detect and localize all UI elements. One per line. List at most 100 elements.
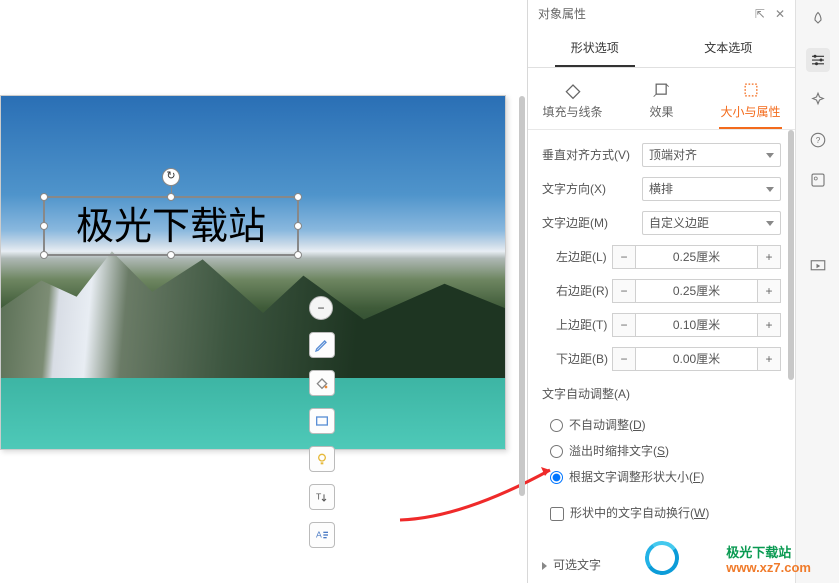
resize-handle-mr[interactable] [294, 222, 302, 230]
resize-handle-bc[interactable] [167, 251, 175, 259]
panel-scrollbar-track[interactable] [787, 10, 795, 573]
wrap-checkbox-row[interactable]: 形状中的文字自动换行(W) [542, 501, 781, 527]
autofit-shrink-radio[interactable]: 溢出时缩排文字(S) [542, 439, 781, 465]
resize-handle-bl[interactable] [40, 251, 48, 259]
autofit-resize-radio[interactable]: 根据文字调整形状大小(F) [542, 465, 781, 491]
floating-toolbar: − T A [309, 296, 337, 560]
resize-handle-tr[interactable] [294, 193, 302, 201]
rail-present-button[interactable] [806, 254, 830, 278]
autofit-shrink-input[interactable] [550, 445, 563, 458]
resize-handle-br[interactable] [294, 251, 302, 259]
text-insert-button[interactable]: T [309, 484, 335, 510]
pen-tool-button[interactable] [309, 332, 335, 358]
collapse-button[interactable]: − [309, 296, 333, 320]
resize-handle-tc[interactable] [167, 193, 175, 201]
direction-value: 横排 [649, 181, 673, 198]
autofit-none-radio[interactable]: 不自动调整(D) [542, 413, 781, 439]
bottom-margin-value[interactable]: 0.00厘米 [636, 347, 757, 371]
svg-text:A: A [316, 530, 322, 540]
rocket-icon [809, 11, 827, 29]
textbox-selection[interactable]: ↻ 极光下载站 [43, 196, 299, 256]
textbox-content[interactable]: 极光下载站 [45, 198, 297, 256]
panel-scrollbar-thumb[interactable] [788, 130, 794, 380]
tab-shape-options[interactable]: 形状选项 [528, 30, 662, 67]
presentation-icon [809, 257, 827, 275]
autofit-resize-input[interactable] [550, 471, 563, 484]
caret-down-icon [766, 187, 774, 192]
right-margin-value[interactable]: 0.25厘米 [636, 279, 757, 303]
left-minus-button[interactable]: − [612, 245, 636, 269]
margin-select[interactable]: 自定义边距 [642, 211, 781, 235]
panel-tabs: 形状选项 文本选项 [528, 30, 795, 68]
valign-select[interactable]: 顶端对齐 [642, 143, 781, 167]
pen-icon [314, 337, 330, 353]
canvas-image[interactable]: ↻ 极光下载站 − T A [0, 95, 506, 450]
resize-handle-tl[interactable] [40, 193, 48, 201]
subtab-effect-label: 效果 [649, 104, 673, 121]
alt-text-label: 可选文字 [553, 557, 601, 574]
bottom-minus-button[interactable]: − [612, 347, 636, 371]
top-margin-value[interactable]: 0.10厘米 [636, 313, 757, 337]
right-plus-button[interactable]: + [757, 279, 781, 303]
rail-star-button[interactable] [806, 88, 830, 112]
sub-tabs: 填充与线条 效果 大小与属性 [528, 68, 795, 130]
tab-text-options[interactable]: 文本选项 [662, 30, 796, 67]
subtab-effect[interactable]: 效果 [617, 80, 706, 129]
panel-header: 对象属性 ⇱ ✕ [528, 0, 795, 30]
photo-lake [1, 378, 505, 449]
side-rail: ? [795, 0, 839, 583]
subtab-fill-line[interactable]: 填充与线条 [528, 80, 617, 129]
top-plus-button[interactable]: + [757, 313, 781, 337]
valign-label: 垂直对齐方式(V) [542, 147, 642, 164]
autofit-title: 文字自动调整(A) [542, 386, 781, 403]
tab-text-label: 文本选项 [704, 40, 752, 57]
caret-down-icon [766, 153, 774, 158]
effects-tool-button[interactable] [309, 446, 335, 472]
subtab-size-props[interactable]: 大小与属性 [706, 80, 795, 129]
template-icon [809, 171, 827, 189]
pin-button[interactable]: ⇱ [755, 6, 765, 23]
bottom-margin-label: 下边距(B) [542, 351, 612, 368]
main-scrollbar-thumb[interactable] [519, 96, 525, 496]
caret-down-icon [766, 221, 774, 226]
bottom-plus-button[interactable]: + [757, 347, 781, 371]
subtab-size-label: 大小与属性 [720, 104, 780, 121]
wrap-checkbox[interactable] [550, 507, 564, 521]
watermark-url: www.xz7.com [726, 559, 811, 577]
rail-help-button[interactable]: ? [806, 128, 830, 152]
lightbulb-icon [314, 451, 330, 467]
rectangle-icon [314, 413, 330, 429]
close-panel-button[interactable]: ✕ [775, 6, 785, 23]
panel-body: 垂直对齐方式(V) 顶端对齐 文字方向(X) 横排 文字边距(M) 自定义边距 … [528, 130, 795, 583]
bucket-icon [314, 375, 330, 391]
tab-shape-label: 形状选项 [571, 40, 619, 57]
rail-settings-button[interactable] [806, 48, 830, 72]
top-margin-label: 上边距(T) [542, 317, 612, 334]
direction-select[interactable]: 横排 [642, 177, 781, 201]
sliders-icon [809, 51, 827, 69]
margin-label: 文字边距(M) [542, 215, 642, 232]
rail-template-button[interactable] [806, 168, 830, 192]
left-margin-value[interactable]: 0.25厘米 [636, 245, 757, 269]
help-icon: ? [809, 131, 827, 149]
rotate-handle-icon[interactable]: ↻ [162, 168, 180, 186]
sparkle-icon [809, 91, 827, 109]
autofit-none-input[interactable] [550, 419, 563, 432]
rail-rocket-button[interactable] [806, 8, 830, 32]
right-margin-stepper[interactable]: − 0.25厘米 + [612, 279, 781, 303]
top-margin-stepper[interactable]: − 0.10厘米 + [612, 313, 781, 337]
text-style-icon: A [314, 527, 330, 543]
properties-panel: 对象属性 ⇱ ✕ 形状选项 文本选项 填充与线条 效果 大小与属性 垂直对齐方式… [527, 0, 795, 583]
right-minus-button[interactable]: − [612, 279, 636, 303]
top-minus-button[interactable]: − [612, 313, 636, 337]
text-style-button[interactable]: A [309, 522, 335, 548]
main-scrollbar-track[interactable] [518, 6, 526, 576]
outline-tool-button[interactable] [309, 408, 335, 434]
left-margin-stepper[interactable]: − 0.25厘米 + [612, 245, 781, 269]
svg-text:T: T [316, 492, 322, 502]
resize-handle-ml[interactable] [40, 222, 48, 230]
fill-line-icon [563, 80, 583, 100]
fill-tool-button[interactable] [309, 370, 335, 396]
bottom-margin-stepper[interactable]: − 0.00厘米 + [612, 347, 781, 371]
left-plus-button[interactable]: + [757, 245, 781, 269]
